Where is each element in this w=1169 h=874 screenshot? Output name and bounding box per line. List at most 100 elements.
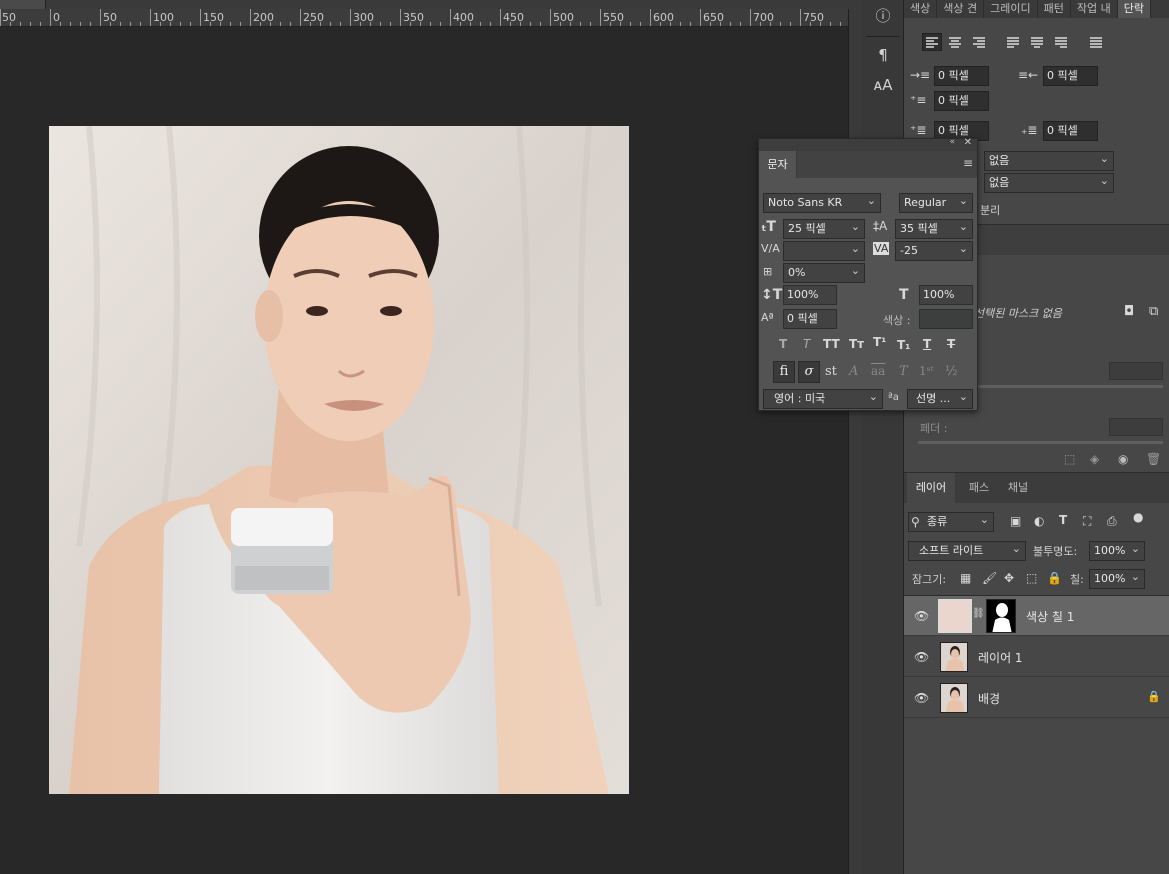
tsume-field[interactable]: 0% <box>783 262 865 283</box>
font-family-select[interactable]: Noto Sans KR <box>763 192 881 213</box>
pixel-mask-icon[interactable]: ◘ <box>1124 304 1134 319</box>
fill-thumbnail[interactable] <box>938 599 972 633</box>
apply-mask-icon[interactable]: ◈ <box>1090 452 1099 466</box>
layer-name[interactable]: 색상 칠 1 <box>1026 608 1074 625</box>
density-field[interactable] <box>1109 362 1163 380</box>
paragraph-icon[interactable]: ¶ <box>870 42 896 68</box>
opacity-field[interactable]: 100% <box>1089 540 1145 561</box>
filter-shape-icon[interactable]: ⛶ <box>1083 514 1091 529</box>
vector-mask-icon[interactable]: ⧉ <box>1149 304 1158 319</box>
link-icon[interactable]: ⛓ <box>972 608 985 619</box>
old-style-icon[interactable]: st <box>825 364 837 379</box>
layer-name[interactable]: 배경 <box>978 690 1000 707</box>
visibility-icon[interactable]: ◉ <box>1118 452 1128 466</box>
character-icon[interactable]: ᴀA <box>870 72 896 98</box>
font-size-field[interactable]: 25 픽셀 <box>783 218 865 239</box>
layer-filter-select[interactable]: 종류 <box>908 511 994 532</box>
indent-left-field[interactable]: 0 픽셀 <box>934 66 989 86</box>
info-icon[interactable]: ⓘ <box>870 3 896 29</box>
align-center-button[interactable] <box>946 34 964 53</box>
ordinals-icon[interactable]: 1ˢᵗ <box>919 364 934 378</box>
lock-transparent-icon[interactable]: ▦ <box>960 571 971 585</box>
superscript-icon[interactable]: T¹ <box>873 335 886 349</box>
space-after-field[interactable]: 0 픽셀 <box>1043 121 1098 141</box>
feather-field[interactable] <box>1109 418 1163 436</box>
justify-last-center-button[interactable] <box>1028 34 1046 53</box>
align-right-button[interactable] <box>970 34 988 53</box>
load-selection-icon[interactable]: ⬚ <box>1064 452 1075 466</box>
panel-header[interactable]: « ✕ <box>759 137 977 151</box>
kerning-field[interactable] <box>783 240 865 261</box>
document-image[interactable] <box>49 126 629 794</box>
eye-icon[interactable]: 👁 <box>914 609 929 623</box>
tab-paths[interactable]: 패스 <box>959 473 999 503</box>
filter-adjustment-icon[interactable]: ◐ <box>1034 514 1044 528</box>
underline-icon[interactable]: T <box>923 337 931 351</box>
stylistic-alternates-icon[interactable]: aa <box>871 364 885 378</box>
kinsoku-select[interactable]: 없음 <box>984 150 1114 171</box>
tab-color[interactable]: 색상 <box>904 0 938 18</box>
document-tab[interactable] <box>0 0 46 9</box>
justify-last-right-button[interactable] <box>1052 34 1070 53</box>
lock-all-icon[interactable]: 🔒 <box>1047 571 1062 585</box>
blend-mode-select[interactable]: 소프트 라이트 <box>908 540 1026 561</box>
text-color-swatch[interactable] <box>919 309 973 329</box>
tab-character[interactable]: 문자 <box>759 151 797 178</box>
eye-icon[interactable]: 👁 <box>914 691 929 705</box>
fill-field[interactable]: 100% <box>1089 568 1145 589</box>
fractions-icon[interactable]: ½ <box>945 364 958 379</box>
color-label: 색상 : <box>883 314 911 327</box>
strikethrough-icon[interactable]: T <box>947 337 955 351</box>
panel-menu-icon[interactable]: ≡ <box>963 156 973 170</box>
baseline-shift-field[interactable]: 0 픽셀 <box>783 309 837 329</box>
tab-layers[interactable]: 레이어 <box>907 473 955 503</box>
layer-thumbnail[interactable] <box>940 683 968 713</box>
indent-first-line-field[interactable]: 0 픽셀 <box>934 91 989 111</box>
tab-history[interactable]: 작업 내 <box>1071 0 1118 18</box>
faux-italic-icon[interactable]: T <box>803 337 810 351</box>
layer-name[interactable]: 레이어 1 <box>978 649 1023 666</box>
small-caps-icon[interactable]: Tт <box>849 337 864 351</box>
feather-slider[interactable] <box>918 441 1163 444</box>
vertical-scale-field[interactable]: 100% <box>783 285 837 305</box>
collapse-icon[interactable]: « <box>949 137 955 147</box>
justify-last-left-button[interactable] <box>1004 34 1022 53</box>
horizontal-scale-field[interactable]: 100% <box>919 285 973 305</box>
ligatures-button[interactable]: ﬁ <box>773 361 795 383</box>
layer-row-color-fill[interactable]: 👁 ⛓ 색상 칠 1 <box>904 596 1169 636</box>
tab-channels[interactable]: 채널 <box>998 473 1038 503</box>
align-left-button[interactable] <box>922 33 942 51</box>
eye-icon[interactable]: 👁 <box>914 650 929 664</box>
indent-right-field[interactable]: 0 픽셀 <box>1043 66 1098 86</box>
titling-alternates-icon[interactable]: T <box>899 364 908 379</box>
filter-smartobject-icon[interactable]: ⎙ <box>1107 514 1117 529</box>
filter-toggle-icon[interactable]: ● <box>1133 510 1143 524</box>
layer-row-layer-1[interactable]: 👁 레이어 1 <box>904 637 1169 677</box>
subscript-icon[interactable]: T₁ <box>897 338 910 352</box>
lock-artboard-icon[interactable]: ⬚ <box>1026 571 1037 585</box>
tab-paragraph[interactable]: 단락 <box>1117 0 1151 18</box>
leading-field[interactable]: 35 픽셀 <box>895 218 973 239</box>
faux-bold-icon[interactable]: T <box>779 337 787 351</box>
tab-swatches[interactable]: 색상 견 <box>937 0 985 18</box>
justify-all-button[interactable] <box>1087 34 1105 53</box>
language-select[interactable]: 영어 : 미국 <box>763 388 883 409</box>
layer-row-background[interactable]: 👁 배경 🔒 <box>904 678 1169 718</box>
tab-gradients[interactable]: 그레이디 <box>984 0 1038 18</box>
filter-pixel-icon[interactable]: ▣ <box>1010 514 1021 528</box>
mojikumi-select[interactable]: 없음 <box>984 172 1114 193</box>
close-icon[interactable]: ✕ <box>964 137 972 148</box>
discretionary-ligatures-button[interactable]: σ <box>798 361 820 383</box>
tab-patterns[interactable]: 패턴 <box>1038 0 1071 18</box>
all-caps-icon[interactable]: TT <box>823 337 840 351</box>
lock-image-icon[interactable]: 🖌 <box>982 571 997 585</box>
delete-mask-icon[interactable]: 🗑 <box>1146 452 1161 466</box>
tracking-field[interactable]: -25 <box>895 240 973 261</box>
mask-thumbnail[interactable] <box>986 599 1016 633</box>
swash-icon[interactable]: A <box>849 364 858 379</box>
lock-position-icon[interactable]: ✥ <box>1004 571 1014 585</box>
layer-thumbnail[interactable] <box>940 642 968 672</box>
filter-type-icon[interactable]: T <box>1059 513 1067 527</box>
font-style-select[interactable]: Regular <box>899 192 973 213</box>
antialias-select[interactable]: 선명 ... <box>907 388 973 409</box>
